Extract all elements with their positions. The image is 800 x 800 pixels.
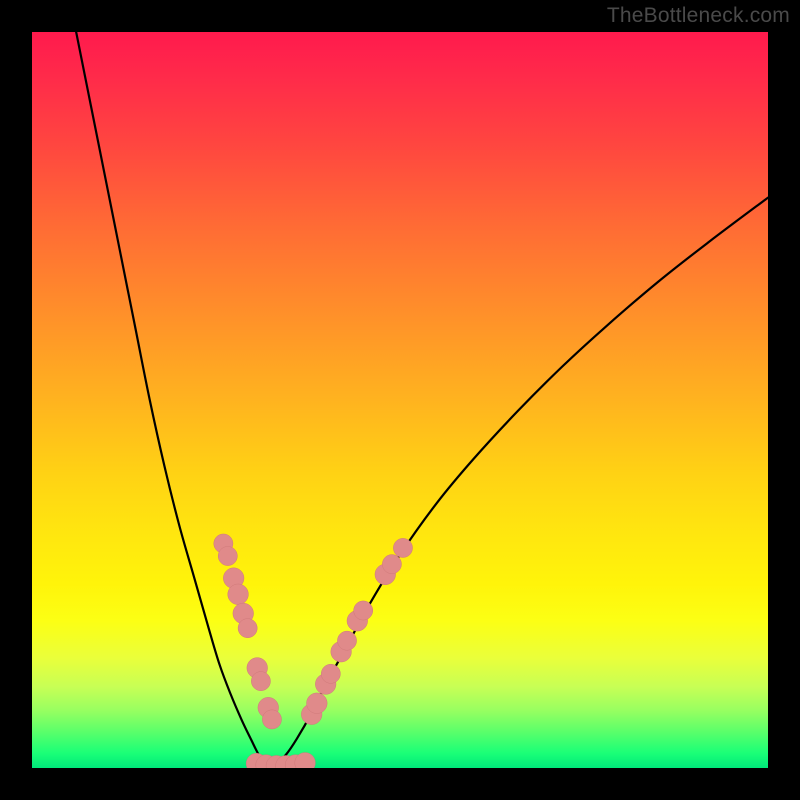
data-marker (321, 664, 340, 683)
data-marker (238, 619, 257, 638)
left-branch-curve (76, 32, 270, 767)
data-marker (228, 584, 249, 605)
data-marker (382, 555, 401, 574)
watermark-text: TheBottleneck.com (607, 4, 790, 28)
data-marker (218, 546, 237, 565)
data-marker (337, 631, 356, 650)
markers-group (214, 534, 413, 768)
data-marker (262, 710, 281, 729)
data-marker (354, 601, 373, 620)
chart-svg (32, 32, 768, 768)
data-marker (393, 538, 412, 557)
data-marker (307, 693, 328, 714)
plot-area (32, 32, 768, 768)
right-branch-curve (270, 198, 768, 768)
data-marker (251, 672, 270, 691)
outer-frame: TheBottleneck.com (0, 0, 800, 800)
